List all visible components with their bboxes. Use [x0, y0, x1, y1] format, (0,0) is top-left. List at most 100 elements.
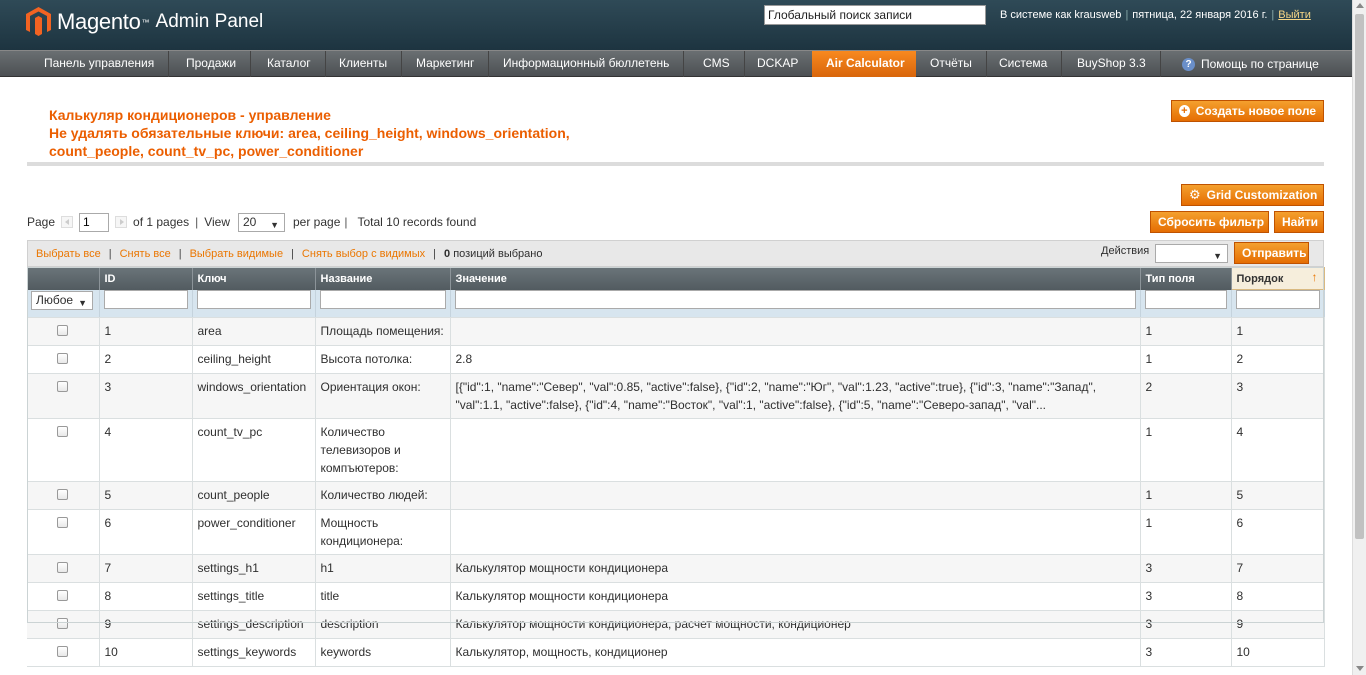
cell-name: Высота потолка:	[315, 345, 451, 374]
cell-key: count_tv_pc	[192, 418, 316, 482]
of-pages-text: of 1 pages	[133, 215, 190, 229]
page-title-line: Не удалять обязательные ключи: area, cei…	[49, 125, 570, 141]
table-row[interactable]: 2 ceiling_height Высота потолка: 2.8 1 2	[27, 345, 1325, 374]
table-row[interactable]: 1 area Площадь помещения: 1 1	[27, 317, 1325, 346]
table-row[interactable]: 4 count_tv_pc Количество телевизоров и ком…	[27, 418, 1325, 482]
pager: Page of 1 pages | View 20 ▼ per page | To…	[27, 211, 476, 233]
filter-name-input[interactable]	[319, 289, 446, 309]
submit-button[interactable]: Отправить	[1234, 242, 1309, 264]
help-icon: ?	[1182, 57, 1195, 71]
logout-link[interactable]: Выйти	[1278, 9, 1311, 21]
scroll-up-icon[interactable]	[1356, 3, 1364, 8]
cell-value: Калькулятор мощности кондиционера	[450, 554, 1141, 583]
cell-type: 1	[1140, 509, 1232, 555]
filter-type-input[interactable]	[1144, 289, 1227, 309]
nav-item-marketing[interactable]: Маркетинг	[402, 51, 490, 77]
title-divider	[27, 162, 1324, 166]
next-page-icon[interactable]	[115, 216, 128, 228]
row-checkbox[interactable]	[57, 646, 69, 657]
vertical-scrollbar[interactable]	[1352, 0, 1366, 675]
filter-select-any[interactable]: Любое ▼	[31, 290, 93, 310]
total-records: Total 10 records found	[357, 215, 477, 229]
cell-key: settings_description	[192, 610, 316, 639]
select-all-link[interactable]: Выбрать все	[36, 248, 101, 260]
filter-order-input[interactable]	[1235, 290, 1320, 309]
global-search-input[interactable]	[764, 5, 986, 25]
nav-item-sales[interactable]: Продажи	[172, 51, 252, 77]
row-select-cell	[27, 509, 100, 555]
cell-name: Мощность кондиционера:	[315, 509, 451, 555]
grid-customization-button[interactable]: ⚙ Grid Customization	[1181, 184, 1324, 206]
prev-page-icon[interactable]	[61, 216, 74, 228]
row-checkbox[interactable]	[57, 590, 69, 601]
nav-item-newsletter[interactable]: Информационный бюллетень	[489, 51, 685, 77]
nav-item-cms[interactable]: CMS	[689, 51, 745, 77]
cell-name: title	[315, 582, 451, 611]
cell-value: 2.8	[450, 345, 1141, 374]
help-link[interactable]: ? Помощь по странице	[1182, 51, 1319, 77]
grid-filter-row: Любое ▼	[27, 289, 1325, 318]
row-checkbox[interactable]	[57, 325, 69, 336]
column-header-name[interactable]: Название	[315, 267, 451, 290]
nav-item-dckap[interactable]: DCKAP	[743, 51, 814, 77]
unselect-all-link[interactable]: Снять все	[120, 248, 171, 260]
scroll-thumb[interactable]	[1355, 14, 1364, 539]
cell-id: 9	[99, 610, 193, 639]
scroll-down-icon[interactable]	[1356, 666, 1364, 671]
row-checkbox[interactable]	[57, 562, 69, 573]
cell-key: settings_h1	[192, 554, 316, 583]
row-checkbox[interactable]	[57, 426, 69, 437]
page-title-line: Калькуляр кондиционеров - управление	[49, 107, 331, 123]
column-header-type[interactable]: Тип поля	[1140, 267, 1232, 290]
column-header-order[interactable]: Порядок ↑	[1230, 267, 1325, 290]
cell-type: 2	[1140, 373, 1232, 419]
reset-filter-button[interactable]: Сбросить фильтр	[1150, 211, 1269, 233]
unselect-visible-link[interactable]: Снять выбор с видимых	[302, 248, 425, 260]
magento-logo[interactable]: Magento ™ Admin Panel	[26, 5, 263, 39]
nav-item-customers[interactable]: Клиенты	[325, 51, 403, 77]
cell-key: area	[192, 317, 316, 346]
nav-item-dashboard[interactable]: Панель управления	[30, 51, 170, 77]
cell-value	[450, 418, 1141, 482]
separator: |	[195, 215, 199, 229]
search-button[interactable]: Найти	[1274, 211, 1324, 233]
table-row[interactable]: 9 settings_description description Калькуля…	[27, 610, 1325, 639]
cell-id: 4	[99, 418, 193, 482]
column-header-key[interactable]: Ключ	[192, 267, 316, 290]
table-row[interactable]: 5 count_people Количество людей: 1 5	[27, 481, 1325, 510]
row-checkbox[interactable]	[57, 381, 69, 392]
nav-item-catalog[interactable]: Каталог	[253, 51, 326, 77]
table-row[interactable]: 10 settings_keywords keywords Калькулятор, …	[27, 638, 1325, 667]
filter-id-input[interactable]	[103, 289, 188, 309]
row-checkbox[interactable]	[57, 517, 69, 528]
nav-item-air-calculator[interactable]: Air Calculator	[812, 51, 916, 77]
nav-item-buyshop[interactable]: BuyShop 3.3	[1063, 51, 1161, 77]
actions-select[interactable]: ▼	[1155, 244, 1228, 263]
create-field-label: Создать новое поле	[1195, 104, 1316, 118]
cell-type: 3	[1140, 638, 1232, 667]
row-checkbox[interactable]	[57, 618, 69, 629]
row-checkbox[interactable]	[57, 489, 69, 500]
table-row[interactable]: 7 settings_h1 h1 Калькулятор мощности конди…	[27, 554, 1325, 583]
create-field-button[interactable]: + Создать новое поле	[1171, 100, 1324, 122]
cell-order: 10	[1231, 638, 1325, 667]
filter-key-input[interactable]	[196, 289, 311, 309]
table-row[interactable]: 8 settings_title title Калькулятор мощности…	[27, 582, 1325, 611]
filter-value-input[interactable]	[454, 289, 1136, 309]
filter-any-value: Любое	[36, 292, 74, 307]
table-row[interactable]: 6 power_conditioner Мощность кондиционера:…	[27, 509, 1325, 555]
nav-item-reports[interactable]: Отчёты	[916, 51, 987, 77]
nav-item-system[interactable]: Система	[985, 51, 1063, 77]
cell-name: keywords	[315, 638, 451, 667]
chevron-down-icon: ▼	[270, 219, 279, 230]
grid-header-row: ID Ключ Название Значение Тип поля Поряд…	[27, 267, 1325, 290]
gear-icon: ⚙	[1189, 187, 1201, 202]
row-checkbox[interactable]	[57, 353, 69, 364]
column-header-value[interactable]: Значение	[450, 267, 1141, 290]
select-visible-link[interactable]: Выбрать видимые	[190, 248, 284, 260]
separator: |	[344, 215, 348, 229]
table-row[interactable]: 3 windows_orientation Ориентация окон: [{"i…	[27, 373, 1325, 419]
per-page-select[interactable]: 20 ▼	[238, 212, 285, 232]
page-number-input[interactable]	[79, 212, 110, 232]
column-header-id[interactable]: ID	[99, 267, 193, 290]
